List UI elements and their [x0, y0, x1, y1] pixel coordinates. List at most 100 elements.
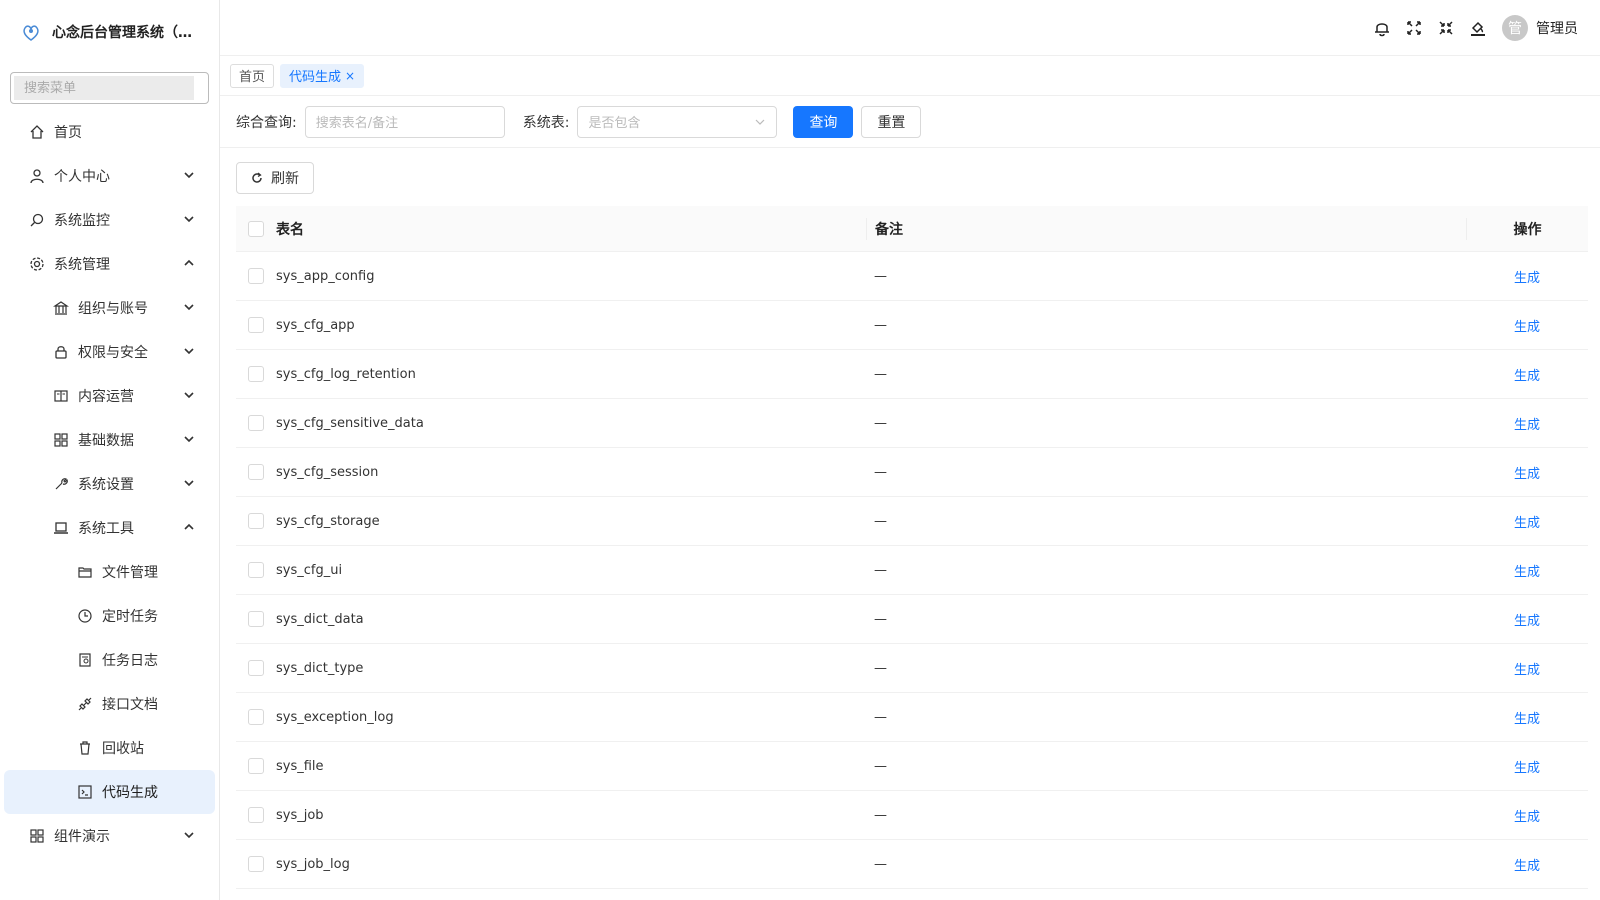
note-cell: —: [874, 611, 887, 627]
table-name-cell: sys_cfg_ui: [276, 562, 343, 578]
sidebar-item-home[interactable]: 首页: [0, 110, 219, 154]
note-cell: —: [874, 709, 887, 725]
top-header: 管 管理员: [220, 0, 1600, 56]
table-name-cell: sys_job_log: [276, 856, 350, 872]
notification-button[interactable]: [1366, 12, 1398, 44]
generate-link[interactable]: 生成: [1514, 418, 1540, 433]
table-row: sys_job_log — 生成: [236, 840, 1588, 889]
generate-link[interactable]: 生成: [1514, 467, 1540, 482]
filter-bar: 综合查询: 搜索表名/备注 系统表: 是否包含 查询 重置: [220, 96, 1600, 148]
row-checkbox[interactable]: [248, 464, 264, 480]
generate-link[interactable]: 生成: [1514, 516, 1540, 531]
row-checkbox[interactable]: [248, 660, 264, 676]
column-header[interactable]: 备注: [866, 217, 1466, 240]
sidebar-item-label: 文件管理: [102, 565, 158, 581]
generate-link[interactable]: 生成: [1514, 712, 1540, 727]
row-checkbox[interactable]: [248, 366, 264, 382]
fullscreen-button[interactable]: [1398, 12, 1430, 44]
user-icon: [30, 169, 44, 184]
sidebar-item-recycle-bin[interactable]: 回收站: [0, 726, 219, 770]
systable-placeholder: 是否包含: [588, 116, 641, 131]
table-name-cell: sys_cfg_app: [276, 317, 355, 333]
book-icon: [54, 390, 68, 402]
note-cell: —: [874, 660, 887, 676]
note-cell: —: [874, 268, 887, 284]
brand[interactable]: 心念后台管理系统（R...: [0, 0, 219, 64]
sidebar-item-content[interactable]: 内容运营: [0, 374, 219, 418]
menu-search: [10, 72, 209, 104]
row-checkbox[interactable]: [248, 758, 264, 774]
systable-select[interactable]: 是否包含: [577, 105, 778, 138]
row-checkbox[interactable]: [248, 709, 264, 725]
sidebar-item-system-admin[interactable]: 系统管理: [0, 242, 219, 286]
avatar[interactable]: 管: [1502, 15, 1528, 41]
row-checkbox[interactable]: [248, 415, 264, 431]
generate-link[interactable]: 生成: [1514, 320, 1540, 335]
gear-icon: [30, 257, 44, 271]
chevron-down-icon: [184, 216, 194, 223]
reset-button[interactable]: 重置: [861, 105, 922, 138]
sidebar-item-file-mgmt[interactable]: 文件管理: [0, 550, 219, 594]
sidebar-item-personal[interactable]: 个人中心: [0, 154, 219, 198]
query-input[interactable]: 搜索表名/备注: [304, 105, 505, 138]
row-checkbox[interactable]: [248, 856, 264, 872]
table-row: sys_cfg_log_retention — 生成: [236, 350, 1588, 399]
tab-home[interactable]: 首页: [230, 63, 275, 88]
theme-button[interactable]: [1462, 12, 1494, 44]
sidebar-item-basic-data[interactable]: 基础数据: [0, 418, 219, 462]
row-checkbox[interactable]: [248, 268, 264, 284]
tab-bar: 首页 代码生成 ×: [220, 56, 1600, 96]
sidebar-item-task-log[interactable]: 任务日志: [0, 638, 219, 682]
lock-icon: [55, 346, 67, 359]
laptop-icon: [54, 522, 68, 534]
menu-search-input[interactable]: [14, 76, 194, 100]
table-name-cell: sys_cfg_sensitive_data: [276, 415, 424, 431]
sidebar-item-codegen[interactable]: 代码生成: [4, 770, 215, 814]
systable-label: 系统表:: [522, 114, 570, 131]
close-icon[interactable]: ×: [345, 69, 355, 83]
generate-link[interactable]: 生成: [1514, 369, 1540, 384]
sidebar-item-label: 定时任务: [102, 609, 158, 625]
generate-link[interactable]: 生成: [1514, 761, 1540, 776]
expand-icon: [1439, 21, 1453, 35]
select-all-checkbox[interactable]: [248, 220, 264, 237]
generate-link[interactable]: 生成: [1514, 859, 1540, 874]
generate-link[interactable]: 生成: [1514, 663, 1540, 678]
terminal-icon: [78, 785, 92, 799]
table-name-cell: sys_dict_data: [276, 611, 364, 627]
row-checkbox[interactable]: [248, 317, 264, 333]
generate-link[interactable]: 生成: [1514, 810, 1540, 825]
column-header[interactable]: 表名: [276, 219, 866, 239]
sidebar-item-label: 首页: [54, 125, 82, 141]
note-cell: —: [874, 464, 887, 480]
sidebar-item-tools[interactable]: 系统工具: [0, 506, 219, 550]
row-checkbox[interactable]: [248, 807, 264, 823]
sidebar-item-monitor[interactable]: 系统监控: [0, 198, 219, 242]
user-name[interactable]: 管理员: [1536, 18, 1578, 38]
generate-link[interactable]: 生成: [1514, 271, 1540, 286]
grid-icon: [30, 829, 44, 843]
table-name-cell: sys_dict_type: [276, 660, 364, 676]
sidebar-item-org-account[interactable]: 组织与账号: [0, 286, 219, 330]
expand-button[interactable]: [1430, 12, 1462, 44]
sidebar: 心念后台管理系统（R... 首页 个人中心 系统监控 系统管理 组织与账号 权限…: [0, 0, 220, 900]
sidebar-item-scheduled-task[interactable]: 定时任务: [0, 594, 219, 638]
bank-icon: [53, 301, 69, 315]
fullscreen-icon: [1407, 21, 1421, 35]
row-checkbox[interactable]: [248, 562, 264, 578]
sidebar-item-demo[interactable]: 组件演示: [0, 814, 219, 858]
chevron-down-icon: [184, 172, 194, 179]
generate-link[interactable]: 生成: [1514, 614, 1540, 629]
sidebar-item-label: 代码生成: [102, 785, 158, 801]
sidebar-item-permission[interactable]: 权限与安全: [0, 330, 219, 374]
sidebar-item-api-docs[interactable]: 接口文档: [0, 682, 219, 726]
table-row: sys_exception_log — 生成: [236, 693, 1588, 742]
sidebar-item-label: 组件演示: [54, 829, 110, 845]
refresh-button[interactable]: 刷新: [236, 162, 314, 194]
search-submit-button[interactable]: 查询: [793, 105, 854, 138]
generate-link[interactable]: 生成: [1514, 565, 1540, 580]
row-checkbox[interactable]: [248, 513, 264, 529]
row-checkbox[interactable]: [248, 611, 264, 627]
sidebar-item-settings[interactable]: 系统设置: [0, 462, 219, 506]
tab-codegen[interactable]: 代码生成 ×: [280, 63, 365, 88]
